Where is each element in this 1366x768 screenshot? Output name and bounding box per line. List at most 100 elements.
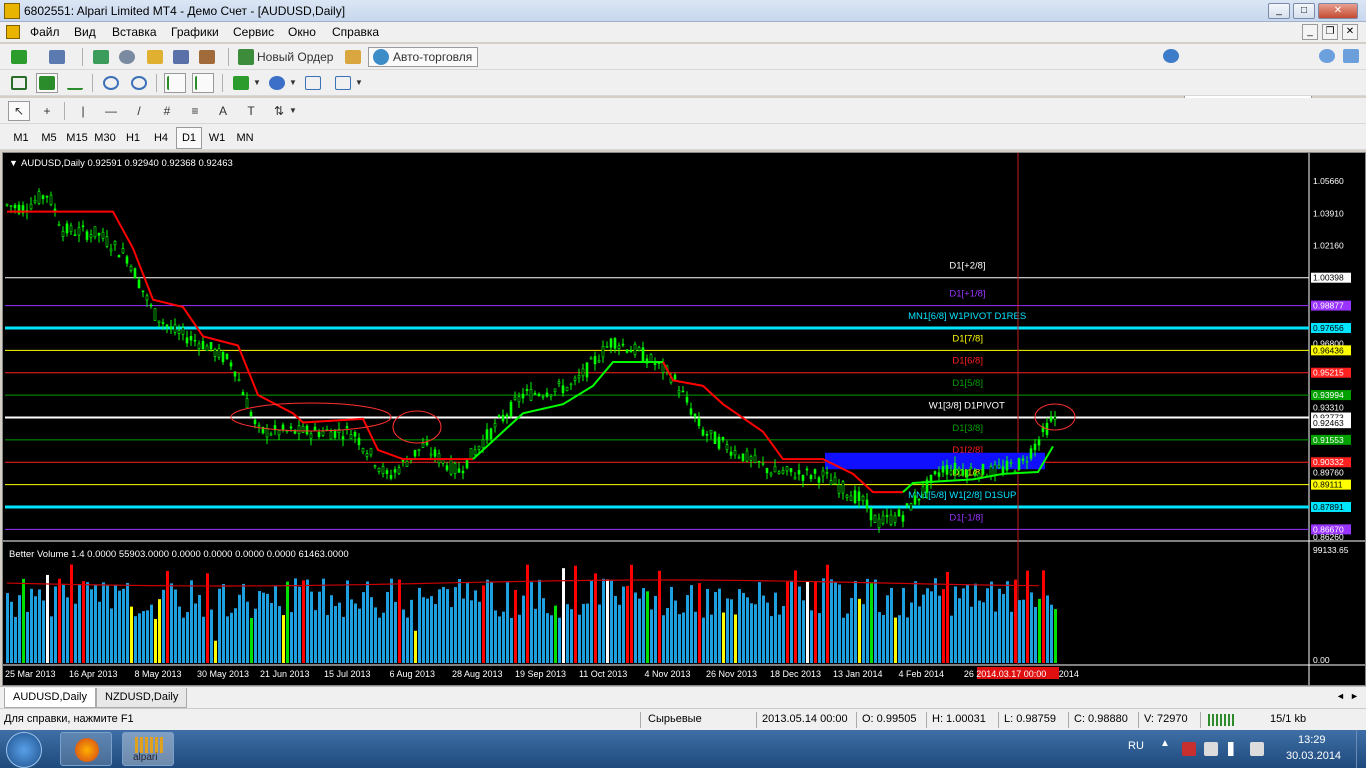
chart-type-button[interactable] (332, 73, 354, 93)
alpari-task-button[interactable]: alpari (122, 732, 174, 766)
menu-charts[interactable]: Графики (171, 25, 219, 39)
volume-bar (594, 573, 597, 663)
tab-audusd-daily[interactable]: AUDUSD,Daily (4, 688, 96, 708)
search-button[interactable] (1316, 46, 1338, 66)
profiles-button[interactable] (46, 47, 68, 67)
terminal-button[interactable] (170, 47, 192, 67)
tf-d1-button[interactable]: D1 (176, 127, 202, 149)
metaeditor-button[interactable] (342, 47, 364, 67)
tf-m5-button[interactable]: M5 (36, 127, 62, 149)
chart-shift-button[interactable] (192, 73, 214, 93)
mdi-close-button[interactable]: ✕ (1342, 24, 1358, 40)
candlestick-button[interactable] (36, 73, 58, 93)
close-button[interactable]: ✕ (1318, 3, 1358, 19)
tf-mn-button[interactable]: MN (232, 127, 258, 149)
line-chart-button[interactable] (64, 73, 86, 93)
chat-button[interactable] (1340, 46, 1362, 66)
periods-dropdown[interactable]: ▼ (288, 73, 298, 93)
flag-icon[interactable] (1182, 742, 1196, 756)
mdi-minimize-button[interactable]: _ (1302, 24, 1318, 40)
menu-tools[interactable]: Сервис (233, 25, 274, 39)
crosshair-target-icon (119, 50, 135, 64)
menu-insert[interactable]: Вставка (112, 25, 157, 39)
candle-body (485, 429, 489, 440)
template-icon (305, 76, 321, 90)
auto-trading-button[interactable]: Авто-торговля (368, 47, 478, 67)
candle-body (545, 392, 549, 397)
tf-m15-button[interactable]: M15 (64, 127, 90, 149)
volume-bar (358, 608, 361, 663)
price-tick-label: 0.93310 (1313, 403, 1344, 413)
title-bar: 6802551: Alpari Limited MT4 - Демо Счет … (0, 0, 1366, 22)
market-watch-button[interactable] (90, 47, 112, 67)
candle-body (933, 471, 937, 475)
menu-help[interactable]: Справка (332, 25, 379, 39)
candle-body (257, 424, 261, 427)
menu-file[interactable]: Файл (30, 25, 60, 39)
tray-expand-icon[interactable]: ▲ (1160, 738, 1170, 749)
vertical-line-button[interactable]: | (72, 101, 94, 121)
start-button[interactable] (6, 732, 42, 768)
show-desktop-button[interactable] (1356, 730, 1366, 768)
mdi-restore-button[interactable]: ❐ (1322, 24, 1338, 40)
zoom-out-button[interactable] (128, 73, 150, 93)
tabs-scroll-left-icon[interactable]: ◄ (1336, 691, 1345, 701)
language-indicator[interactable]: RU (1128, 740, 1144, 752)
candle-body (433, 449, 437, 457)
new-order-button[interactable]: Новый Ордер (234, 47, 340, 67)
candle-body (449, 459, 453, 475)
candle-body (833, 476, 837, 485)
tf-h1-button[interactable]: H1 (120, 127, 146, 149)
channel-button[interactable]: # (156, 101, 178, 121)
horizontal-line-button[interactable]: — (100, 101, 122, 121)
volume-bar (414, 630, 417, 663)
date-tick-label: 8 May 2013 (135, 669, 182, 679)
templates-button[interactable] (302, 73, 324, 93)
volume-bar (1010, 611, 1013, 663)
maximize-button[interactable]: □ (1293, 3, 1315, 19)
tf-h4-button[interactable]: H4 (148, 127, 174, 149)
volume-bar (546, 613, 549, 663)
periods-button[interactable] (266, 73, 288, 93)
indicators-button[interactable] (230, 73, 252, 93)
candle-body (889, 514, 893, 525)
menu-view[interactable]: Вид (74, 25, 96, 39)
volume-icon[interactable] (1250, 742, 1264, 756)
tf-w1-button[interactable]: W1 (204, 127, 230, 149)
cursor-button[interactable]: ↖ (8, 101, 30, 121)
indicators-dropdown[interactable]: ▼ (252, 73, 262, 93)
trendline-button[interactable]: / (128, 101, 150, 121)
auto-scroll-button[interactable] (164, 73, 186, 93)
fibonacci-button[interactable]: ≡ (184, 101, 206, 121)
device-icon[interactable] (1204, 742, 1218, 756)
profiles-icon (49, 50, 65, 64)
arrows-button[interactable]: ⇅ (268, 101, 290, 121)
crosshair-button[interactable]: + (36, 101, 58, 121)
chart-window[interactable]: ▼ AUDUSD,Daily 0.92591 0.92940 0.92368 0.… (2, 152, 1366, 686)
candle-body (553, 388, 557, 392)
clock-date[interactable]: 30.03.2014 (1286, 750, 1341, 762)
navigator-button[interactable] (144, 47, 166, 67)
text-label-button[interactable]: T (240, 101, 262, 121)
chart-type-dropdown[interactable]: ▼ (354, 73, 364, 93)
tabs-scroll-right-icon[interactable]: ► (1350, 691, 1359, 701)
tab-nzdusd-daily[interactable]: NZDUSD,Daily (96, 688, 188, 708)
strategy-tester-button[interactable] (196, 47, 218, 67)
text-button[interactable]: A (212, 101, 234, 121)
zoom-in-button[interactable] (100, 73, 122, 93)
bar-chart-button[interactable] (8, 73, 30, 93)
network-icon[interactable] (1228, 742, 1242, 756)
price-chart[interactable]: ▼ AUDUSD,Daily 0.92591 0.92940 0.92368 0.… (3, 153, 1365, 685)
candle-body (249, 411, 253, 417)
minimize-button[interactable]: _ (1268, 3, 1290, 19)
menu-window[interactable]: Окно (288, 25, 316, 39)
settings-button[interactable] (1160, 46, 1182, 66)
arrows-dropdown[interactable]: ▼ (288, 101, 298, 121)
firefox-task-button[interactable] (60, 732, 112, 766)
clock-time[interactable]: 13:29 (1298, 734, 1326, 746)
new-chart-button[interactable] (8, 47, 30, 67)
data-window-button[interactable] (116, 47, 138, 67)
tf-m30-button[interactable]: M30 (92, 127, 118, 149)
candle-body (277, 430, 281, 436)
tf-m1-button[interactable]: M1 (8, 127, 34, 149)
